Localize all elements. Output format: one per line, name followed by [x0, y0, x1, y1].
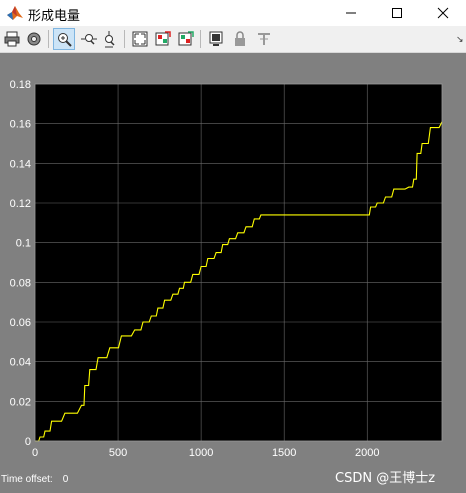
toolbar-separator [200, 30, 201, 48]
maximize-icon [392, 8, 402, 18]
restore-axes-settings-icon [178, 31, 194, 46]
zoom-in-icon [58, 33, 72, 47]
x-tick-label: 1000 [189, 447, 213, 459]
parameters-button[interactable] [23, 28, 45, 50]
y-tick-label: 0.1 [16, 238, 31, 250]
lock-axes-button[interactable] [229, 28, 251, 50]
print-button[interactable] [1, 28, 23, 50]
x-tick-label: 500 [109, 447, 127, 459]
y-tick-label: 0.02 [10, 396, 31, 408]
x-tick-label: 0 [32, 447, 38, 459]
toolbar-separator [48, 30, 49, 48]
print-icon [4, 31, 20, 47]
y-tick-label: 0.06 [10, 317, 31, 329]
y-tick-label: 0.12 [10, 198, 31, 210]
zoom-in-button[interactable] [53, 28, 75, 50]
lock-axes-icon [235, 31, 245, 46]
scope-axes[interactable]: 0 0.02 0.04 0.06 0.08 0.1 0.12 0.14 0.16 0.18 0 500… [0, 53, 466, 493]
time-offset-label: Time offset: [1, 474, 53, 485]
title-bar: 形成电量 [0, 0, 466, 26]
y-tick-label: 0.08 [10, 277, 31, 289]
minimize-icon [346, 12, 356, 14]
signal-selector-button[interactable] [253, 28, 275, 50]
maximize-button[interactable] [374, 0, 420, 26]
plot-background [35, 84, 442, 441]
autoscale-icon [132, 31, 148, 47]
floating-scope-icon [209, 31, 223, 46]
watermark-text: CSDN @王博士z [335, 471, 436, 486]
x-tick-label: 1500 [272, 447, 296, 459]
zoom-y-icon [105, 31, 115, 48]
time-offset-value: 0 [62, 474, 69, 485]
close-icon [437, 7, 449, 19]
zoom-x-button[interactable] [77, 28, 99, 50]
y-tick-label: 0.18 [10, 79, 31, 91]
toolbar-separator [124, 30, 125, 48]
y-tick-label: 0.14 [10, 158, 31, 170]
signal-selector-icon [258, 33, 270, 45]
save-axes-settings-icon [155, 31, 171, 46]
parameters-gear-icon [27, 32, 41, 46]
y-tick-label: 0.16 [10, 119, 31, 131]
floating-scope-button[interactable] [205, 28, 227, 50]
matlab-logo-icon [7, 6, 23, 20]
toolbar-overflow-icon[interactable]: ↘ [456, 34, 464, 45]
y-tick-label: 0 [25, 436, 31, 448]
window-title: 形成电量 [28, 9, 81, 24]
minimize-button[interactable] [328, 0, 374, 26]
scope-toolbar: ↘ [0, 26, 466, 53]
x-tick-label: 2000 [355, 447, 379, 459]
zoom-y-button[interactable] [99, 28, 121, 50]
save-axes-settings-button[interactable] [152, 28, 174, 50]
zoom-x-icon [81, 34, 97, 45]
close-button[interactable] [420, 0, 466, 26]
restore-axes-settings-button[interactable] [175, 28, 197, 50]
y-tick-label: 0.04 [10, 357, 31, 369]
autoscale-button[interactable] [129, 28, 151, 50]
time-offset: Time offset: 0 [1, 474, 68, 485]
scope-plot-area: 0 0.02 0.04 0.06 0.08 0.1 0.12 0.14 0.16 0.18 0 500… [0, 53, 466, 493]
